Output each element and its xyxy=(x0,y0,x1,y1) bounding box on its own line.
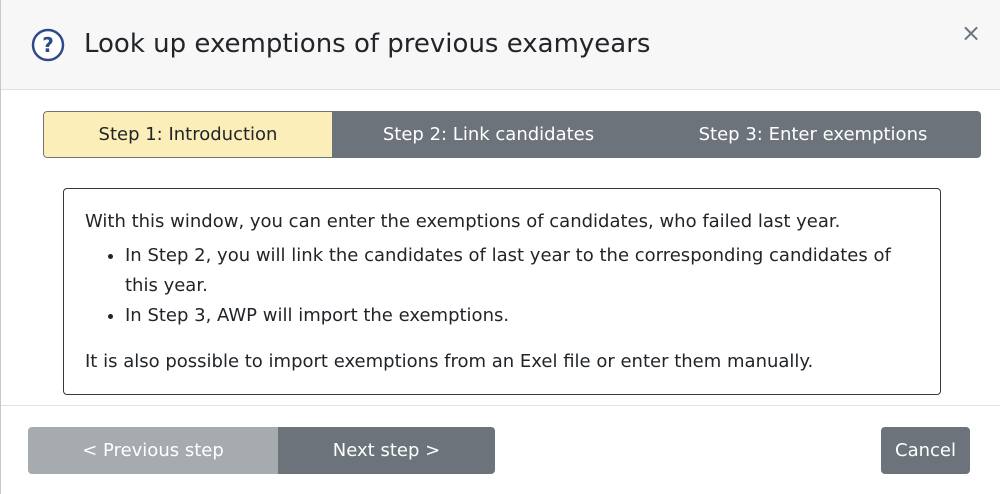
intro-bullet-step-3: In Step 3, AWP will import the exemption… xyxy=(125,301,920,331)
question-circle-icon: ? xyxy=(31,28,65,62)
intro-footer-text: It is also possible to import exemptions… xyxy=(85,351,814,372)
close-icon: × xyxy=(960,19,982,47)
introduction-panel: With this window, you can enter the exem… xyxy=(63,188,941,395)
exemptions-dialog: ? Look up exemptions of previous examyea… xyxy=(0,0,1000,494)
tab-step-3-enter-exemptions[interactable]: Step 3: Enter exemptions xyxy=(645,111,981,158)
intro-lead-text: With this window, you can enter the exem… xyxy=(85,211,841,232)
tab-step-1-introduction[interactable]: Step 1: Introduction xyxy=(43,111,332,158)
intro-bullet-list: In Step 2, you will link the candidates … xyxy=(85,241,920,331)
step-tabs: Step 1: Introduction Step 2: Link candid… xyxy=(43,111,981,158)
intro-bullet-step-2: In Step 2, you will link the candidates … xyxy=(125,241,920,301)
next-step-button[interactable]: Next step > xyxy=(278,427,495,474)
previous-step-button[interactable]: < Previous step xyxy=(28,427,278,474)
dialog-footer: < Previous step Next step > Cancel xyxy=(1,405,1000,494)
svg-text:?: ? xyxy=(42,33,54,57)
dialog-title: Look up exemptions of previous examyears xyxy=(84,29,651,59)
tab-step-2-link-candidates[interactable]: Step 2: Link candidates xyxy=(332,111,645,158)
dialog-header: ? Look up exemptions of previous examyea… xyxy=(1,0,1000,90)
close-button[interactable]: × xyxy=(956,18,986,48)
cancel-button[interactable]: Cancel xyxy=(881,427,970,474)
